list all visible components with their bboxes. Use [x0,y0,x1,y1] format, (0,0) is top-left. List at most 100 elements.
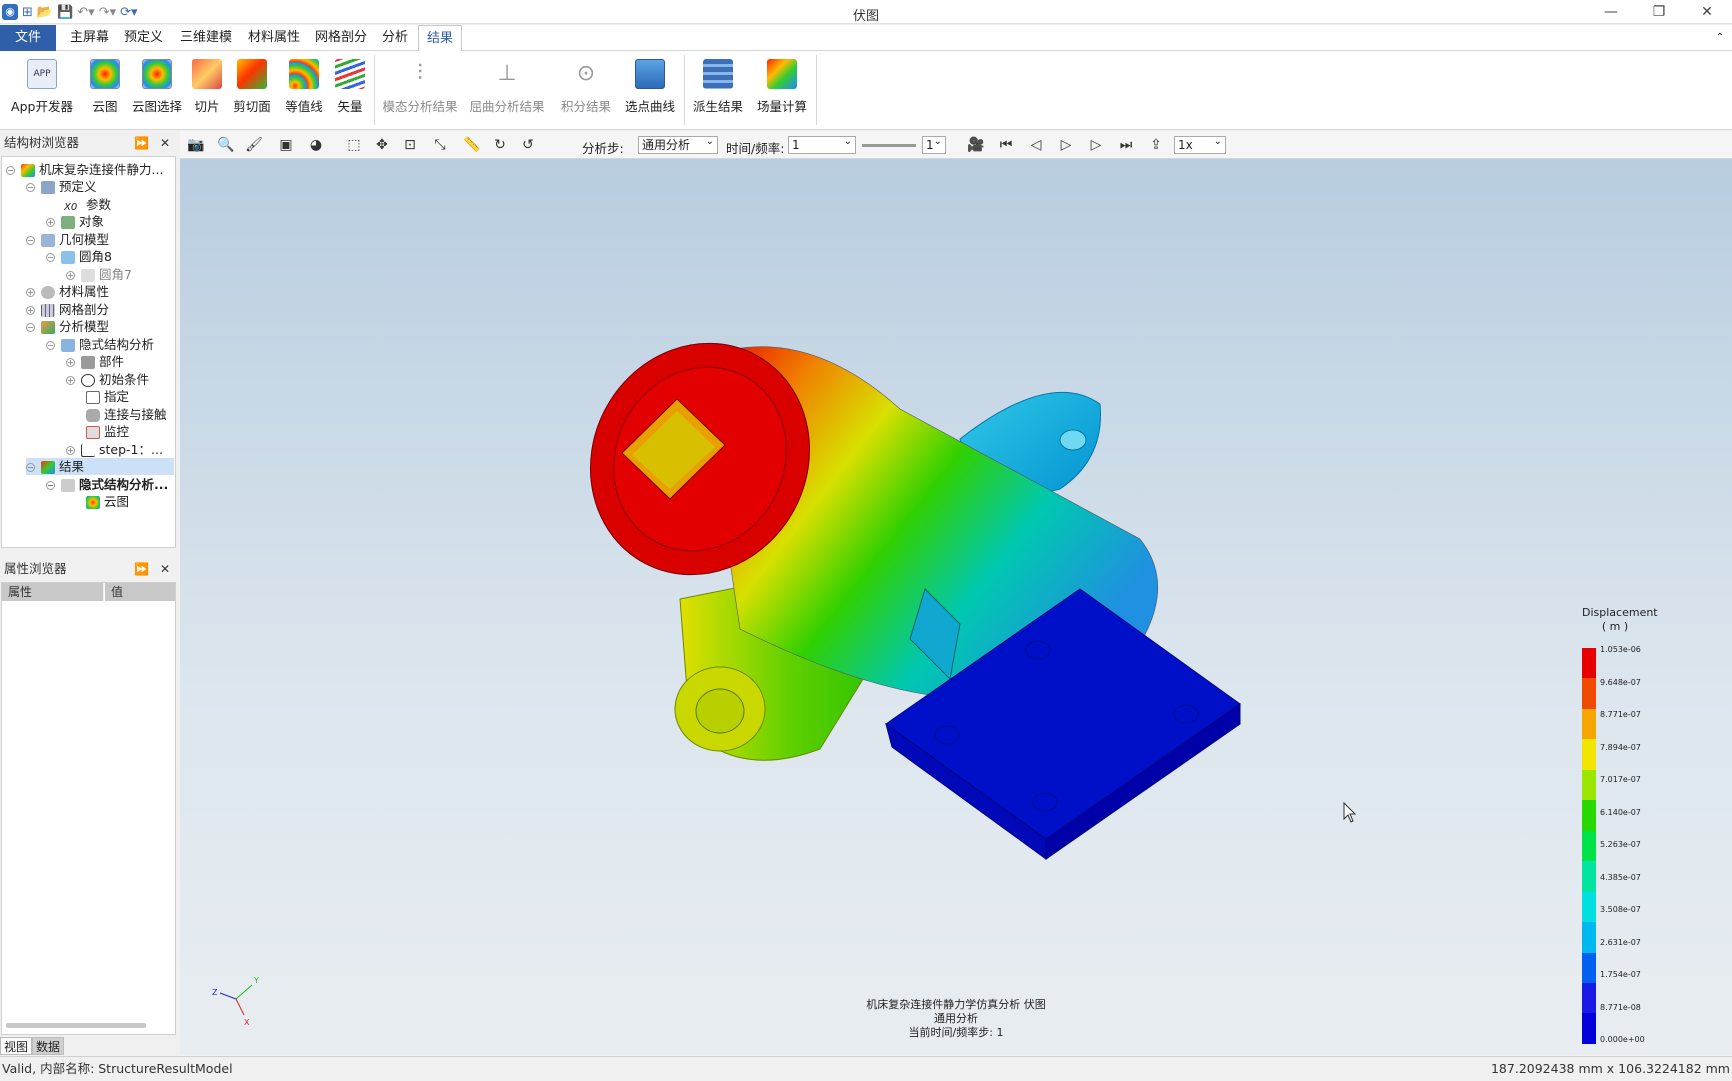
zoom-box-icon[interactable]: ⊡ [400,136,420,154]
derived-results-button[interactable]: 派生结果 [692,57,744,115]
frame-slider[interactable] [862,144,916,147]
bottom-tabs: 视图 数据 [0,1037,65,1055]
legend-label: 3.508e-07 [1600,905,1641,914]
tree-node-implicit-analysis[interactable]: − 隐式结构分析 [46,336,154,353]
view-cube-icon[interactable]: ▣ [276,136,296,154]
collapse-ribbon-icon[interactable]: ⌃ [1680,25,1732,51]
view-toolbar: 📷 🔍 🖌 ▣ ◕ ⬚ ✥ ⊡ ⤡ 📏 ↻ ↺ 分析步: 通用分析 时间/频率:… [180,131,1732,159]
tree-node-parts[interactable]: + 部件 [66,353,124,370]
tree-node-step1[interactable]: + step-1：... [66,441,163,458]
structure-tree: − 机床复杂连接件静力... − 预定义 X0 参数 + 对象 − 几何模型 − 圆角8 +… [1,156,176,548]
record-icon[interactable]: 🎥 [966,136,986,154]
vector-button[interactable]: 矢量 [335,57,365,115]
app-icon: APP [27,59,57,89]
play-icon[interactable]: ▷ [1056,136,1076,154]
legend-title-text: Displacement [1582,606,1658,619]
step-select[interactable]: 通用分析 [638,134,718,154]
tab-predefine[interactable]: 预定义 [116,25,171,51]
modal-results-button[interactable]: ⫶ 模态分析结果 [380,57,460,115]
tab-meshing[interactable]: 网格剖分 [307,25,375,51]
slice-button[interactable]: 切片 [192,57,222,115]
minimize-icon[interactable]: — [1588,0,1634,24]
screenshot-icon[interactable]: 📷 [186,136,206,154]
tree-node-initial-conditions[interactable]: + 初始条件 [66,371,149,388]
last-frame-icon[interactable]: ⏭ [1116,136,1136,154]
buckling-results-button[interactable]: ⊥ 屈曲分析结果 [467,57,547,115]
panel-forward-icon[interactable]: ⏩ [134,131,149,155]
3d-viewport[interactable]: Y Z X 机床复杂连接件静力学仿真分析 伏图 通用分析 当前时间/频率步: 1 [180,159,1732,1055]
tree-node-params[interactable]: X0 参数 [64,196,111,213]
next-frame-icon[interactable]: ▷ [1086,136,1106,154]
axis-icon[interactable]: ⤡ [430,136,450,154]
status-dimensions: 187.2092438 mm x 106.3224182 mm [1490,1061,1730,1076]
tree-node-monitor[interactable]: 监控 [86,423,129,440]
box-select-icon[interactable]: ⬚ [344,136,364,154]
menu-file[interactable]: 文件 [0,25,56,51]
field-calc-button[interactable]: 场量计算 [756,57,808,115]
isoline-button[interactable]: 等值线 [284,57,324,115]
tree-node-predefine[interactable]: − 预定义 [26,178,97,195]
tree-node-geometry[interactable]: − 几何模型 [26,231,109,248]
ruler-icon[interactable]: 📏 [462,136,482,154]
legend-color-band [1582,739,1596,770]
axis-x-label: X [244,1018,250,1027]
tree-node-analysis-model[interactable]: − 分析模型 [26,318,109,335]
contour-select-button[interactable]: 云图选择 [130,57,184,115]
legend-color-band [1582,708,1596,740]
contour-button[interactable]: 云图 [89,57,121,115]
close-icon[interactable]: ✕ [1684,0,1730,24]
zoom-tool-icon[interactable]: 🔍 [216,136,236,154]
tab-material[interactable]: 材料属性 [240,25,308,51]
tree-node-connections[interactable]: 连接与接触 [86,406,167,423]
panel-close-icon[interactable]: ✕ [160,131,170,155]
legend-label: 7.017e-07 [1600,775,1641,784]
tree-node-assign[interactable]: 指定 [86,388,129,405]
model-render[interactable] [180,159,1732,1055]
slice-icon [192,59,222,89]
speed-select[interactable]: 1x [1174,134,1226,154]
tab-view[interactable]: 视图 [0,1037,33,1055]
panel-close-icon[interactable]: ✕ [160,557,170,581]
first-frame-icon[interactable]: ⏮ [996,136,1016,154]
col-value: 值 [105,583,175,601]
tree-node-results[interactable]: − 结果 [26,458,174,475]
tree-node-root[interactable]: − 机床复杂连接件静力... [6,161,163,178]
pan-icon[interactable]: ✥ [372,136,392,154]
tree-node-material[interactable]: + 材料属性 [26,283,109,300]
buckling-results-label: 屈曲分析结果 [469,99,545,114]
time-select[interactable]: 1 [788,134,856,154]
tab-home[interactable]: 主屏幕 [62,25,117,51]
rotate-cw-icon[interactable]: ↻ [490,136,510,154]
tree-node-objects[interactable]: + 对象 [46,213,104,230]
export-icon[interactable]: ⇪ [1146,136,1166,154]
restore-icon[interactable]: ❐ [1636,0,1682,24]
property-browser: 属性 值 [1,582,176,1035]
panel-forward-icon[interactable]: ⏩ [134,557,149,581]
display-style-icon[interactable]: ◕ [306,136,326,154]
integral-results-icon: ⊙ [576,61,596,86]
legend-label: 5.263e-07 [1600,840,1641,849]
prev-frame-icon[interactable]: ◁ [1026,136,1046,154]
tab-results[interactable]: 结果 [418,25,463,52]
point-curve-button[interactable]: 选点曲线 [624,57,676,115]
legend-unit: ( m ) [1601,620,1629,633]
app-developer-button[interactable]: APP App开发器 [8,57,76,115]
frame-stepper[interactable]: 1 [922,134,946,154]
rotate-ccw-icon[interactable]: ↺ [518,136,538,154]
step-label: 分析步: [582,141,624,156]
tab-analysis[interactable]: 分析 [374,25,416,51]
props-panel-header: 属性浏览器 ⏩ ✕ [0,557,176,581]
tab-3d-modeling[interactable]: 三维建模 [172,25,240,51]
tree-node-fillet7[interactable]: + 圆角7 [66,266,132,283]
tree-node-implicit-results[interactable]: − 隐式结构分析... [46,476,168,493]
clip-plane-button[interactable]: 剪切面 [232,57,272,115]
buckling-results-icon: ⊥ [497,61,517,86]
tab-data[interactable]: 数据 [32,1037,65,1055]
legend-label: 0.000e+00 [1600,1035,1645,1044]
tree-node-fillet8[interactable]: − 圆角8 [46,248,112,265]
tree-node-mesh[interactable]: + 网格剖分 [26,301,109,318]
tree-node-contour[interactable]: 云图 [86,493,129,510]
horizontal-scrollbar[interactable] [6,1023,146,1028]
integral-results-button[interactable]: ⊙ 积分结果 [556,57,616,115]
brush-icon[interactable]: 🖌 [244,136,264,154]
